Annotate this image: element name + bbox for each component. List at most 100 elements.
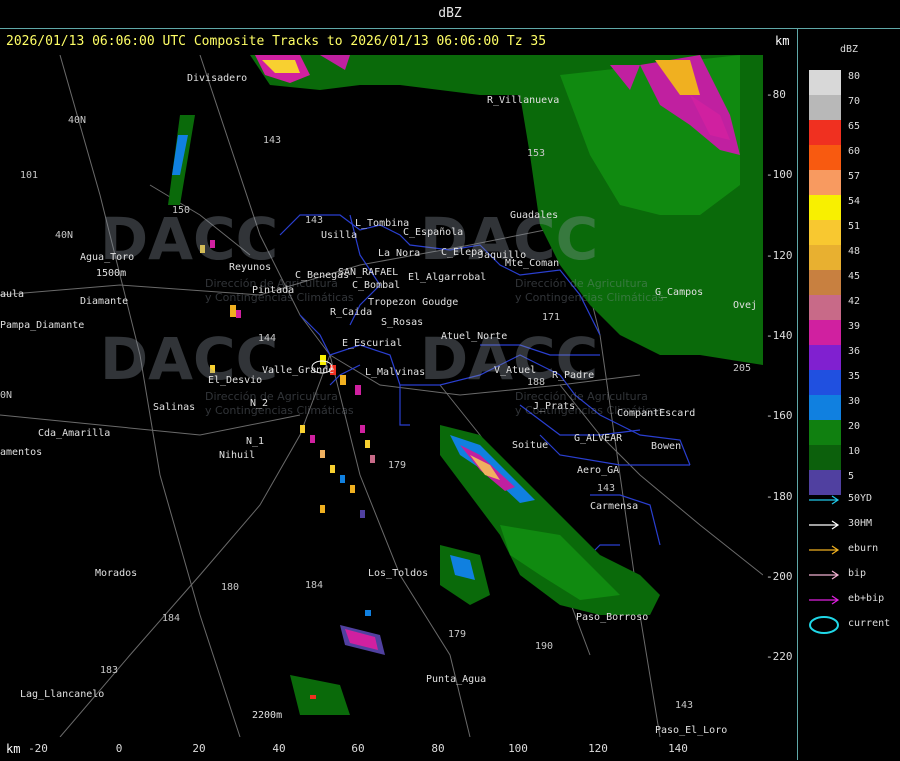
legend-level-label: 45	[848, 271, 861, 282]
route-label: 143	[305, 215, 324, 226]
place-label: Los_Toldos	[368, 568, 429, 579]
route-label: 188	[527, 377, 546, 388]
place-label: Valle_Grande	[262, 365, 335, 376]
route-label: 150	[172, 205, 191, 216]
x-tick: 60	[351, 742, 365, 755]
radar-map[interactable]: DACC DACC DACC DACC Dirección de Agricul…	[0, 55, 763, 737]
place-label: Bowen	[651, 441, 682, 452]
track-arrow-icon	[809, 570, 840, 580]
legend-swatch	[809, 420, 841, 445]
legend-track-label: eburn	[848, 543, 879, 554]
place-label: G_Campos	[655, 287, 704, 298]
place-label: Tropezon Goudge	[368, 297, 459, 308]
place-label: Carmensa	[590, 501, 639, 512]
place-label: Lag_Llancanelo	[20, 689, 105, 700]
route-label: 101	[20, 170, 39, 181]
x-tick: 140	[668, 742, 688, 755]
place-label: Mte_Coman	[505, 258, 560, 269]
legend-swatch	[809, 470, 841, 495]
legend-level-label: 60	[848, 146, 861, 157]
place-label: CompantEscard	[617, 408, 696, 419]
route-label: 179	[448, 629, 467, 640]
place-label: Divisadero	[187, 73, 248, 84]
place-label: Morados	[95, 568, 138, 579]
legend-swatch	[809, 70, 841, 95]
legend-track-label: current	[848, 618, 891, 629]
legend-level-label: 30	[848, 396, 861, 407]
current-ring-icon	[809, 616, 839, 634]
track-arrow-icon	[809, 545, 840, 555]
place-label: amentos	[0, 447, 43, 458]
watermark-line-2b: y Contingencias Climáticas	[515, 291, 664, 304]
place-label: Salinas	[153, 402, 196, 413]
x-tick: 100	[508, 742, 528, 755]
track-arrow-icon	[809, 595, 840, 605]
place-label: Pintada	[252, 285, 295, 296]
legend-level-label: 80	[848, 71, 861, 82]
place-label: N_2	[250, 398, 269, 409]
legend-track-label: 50YD	[848, 493, 873, 504]
place-label: Reyunos	[229, 262, 272, 273]
y-tick: -180	[766, 490, 793, 503]
route-label: 171	[542, 312, 561, 323]
legend-level-label: 57	[848, 171, 861, 182]
place-label: R_Villanueva	[487, 95, 560, 106]
x-tick: 40	[272, 742, 286, 755]
legend-level-label: 54	[848, 196, 861, 207]
legend-swatch	[809, 295, 841, 320]
route-label: 0N	[0, 390, 13, 401]
place-label: Agua_Toro	[80, 252, 135, 263]
place-label: Paso_El_Loro	[655, 725, 728, 736]
legend-level-label: 65	[848, 121, 861, 132]
legend-level-label: 51	[848, 221, 861, 232]
watermark-line-1b: Dirección de Agricultura	[515, 277, 648, 290]
place-label: El_Desvio	[208, 375, 263, 386]
legend-swatch	[809, 95, 841, 120]
route-label: 190	[535, 641, 554, 652]
route-label: 143	[675, 700, 694, 711]
legend-swatch	[809, 345, 841, 370]
dbz-legend: dBZ 80 70 65 60 57 54 51 48 45 42 39 36 35 30 20 10 5 50…	[800, 34, 900, 761]
route-label: 184	[162, 613, 181, 624]
legend-level-label: 48	[848, 246, 861, 257]
place-label: Soitue	[512, 440, 549, 451]
legend-swatch	[809, 445, 841, 470]
legend-title: dBZ	[840, 44, 859, 55]
x-tick: 80	[431, 742, 445, 755]
legend-swatch	[809, 220, 841, 245]
y-tick: -160	[766, 409, 793, 422]
y-axis-unit: km	[775, 34, 790, 48]
legend-track-label: eb+bip	[848, 593, 885, 604]
legend-track-label: bip	[848, 568, 867, 579]
legend-level-label: 70	[848, 96, 861, 107]
route-label: 40N	[55, 230, 74, 241]
route-label: 184	[305, 580, 324, 591]
y-tick: -120	[766, 249, 793, 262]
place-label: 2200m	[252, 710, 283, 721]
place-label: Cda_Amarilla	[38, 428, 111, 439]
place-label: La Nora	[378, 248, 421, 259]
place-label: Atuel_Norte	[441, 331, 508, 342]
place-label: C_Elepa	[441, 247, 484, 258]
route-label: 153	[527, 148, 546, 159]
legend-track-label: 30HM	[848, 518, 873, 529]
route-label: 183	[100, 665, 119, 676]
legend-level-label: 36	[848, 346, 861, 357]
legend-swatch	[809, 145, 841, 170]
legend-level-label: 35	[848, 371, 861, 382]
y-tick: -140	[766, 329, 793, 342]
track-arrow-icon	[809, 520, 840, 530]
x-tick: -20	[28, 742, 48, 755]
route-label: 143	[263, 135, 282, 146]
legend-swatch	[809, 320, 841, 345]
legend-swatch	[809, 195, 841, 220]
place-label: Paso_Borroso	[576, 612, 649, 623]
x-tick: 20	[192, 742, 206, 755]
place-label: SAN_RAFAEL	[338, 267, 399, 278]
place-label: V_Atuel	[494, 365, 537, 376]
route-label: 144	[258, 333, 277, 344]
place-label: Pampa_Diamante	[0, 320, 85, 331]
legend-swatch	[809, 370, 841, 395]
track-arrow-icon	[809, 495, 840, 505]
place-label: J_Prats	[533, 401, 576, 412]
